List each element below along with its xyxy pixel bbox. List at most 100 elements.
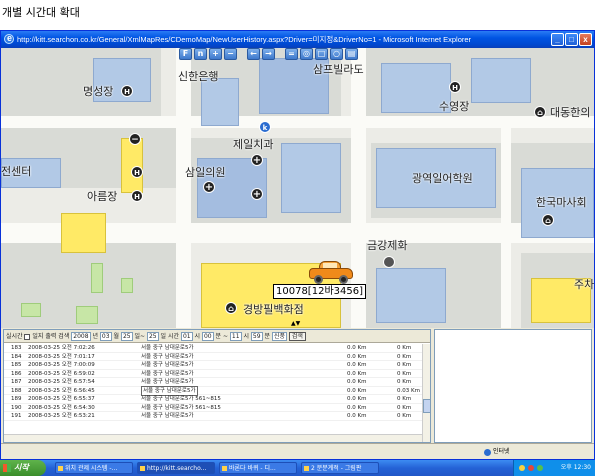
minute-start-select[interactable]: 00: [201, 332, 214, 341]
road: [1, 116, 594, 128]
row-datetime: 2008-03-25 오전 7:00:09: [28, 362, 95, 368]
hospital-icon: [251, 188, 263, 200]
taskbar-item[interactable]: 바론다 바퀴 - 디...: [219, 462, 297, 474]
print-icon[interactable]: ▤: [345, 48, 358, 60]
history-row[interactable]: 189 2008-03-25 오전 6:55:37 서울 중구 남대문로5가 561…: [4, 395, 422, 404]
tray-icon[interactable]: [519, 465, 525, 471]
hour-end-select[interactable]: 11: [229, 332, 242, 341]
month-select[interactable]: 03: [99, 332, 112, 341]
area-icon[interactable]: ◎: [300, 48, 313, 60]
map-label: 신한은행: [178, 70, 219, 83]
forward-icon[interactable]: →: [262, 48, 275, 60]
building-icon: [542, 214, 554, 226]
row-address: 서울 중구 남대문로5가: [141, 353, 194, 360]
title-bar[interactable]: http://kitt.searchon.co.kr/General/XmlMa…: [1, 31, 594, 48]
scroll-thumb[interactable]: [423, 399, 431, 413]
log-checkbox[interactable]: [24, 333, 31, 340]
row-datetime: 2008-03-25 오전 6:55:37: [28, 396, 95, 402]
back-icon[interactable]: ←: [247, 48, 260, 60]
map-label: 삼프빌라도: [313, 63, 364, 76]
row-distance: 0 Km: [397, 345, 412, 351]
map-label: 아름장: [87, 190, 118, 203]
hotel-icon: [121, 85, 133, 97]
panel-resize-toggle[interactable]: ▲▼: [291, 320, 300, 327]
status-bar: 인터넷: [1, 443, 594, 459]
page-caption: 개별 시간대 확대: [2, 6, 80, 19]
row-datetime: 2008-03-25 오전 6:57:54: [28, 379, 95, 385]
row-speed: 0.0 Km: [347, 379, 367, 385]
pan-icon[interactable]: F: [179, 48, 192, 60]
building: [281, 143, 341, 213]
window-title: http://kitt.searchon.co.kr/General/XmlMa…: [17, 35, 472, 44]
maximize-button[interactable]: □: [565, 33, 578, 46]
start-button[interactable]: 시작: [0, 460, 46, 476]
map-label: 대동한의: [550, 106, 591, 119]
row-number: 187: [11, 379, 22, 385]
map-label: 삼일의원: [185, 166, 226, 179]
building: [471, 58, 531, 103]
hour-start-select[interactable]: 01: [180, 332, 193, 341]
history-row[interactable]: 190 2008-03-25 오전 6:54:30 서울 중구 남대문로5가 561…: [4, 404, 422, 412]
zoom-in-icon[interactable]: +: [209, 48, 222, 60]
kind-select[interactable]: 신풍: [271, 332, 287, 341]
history-row[interactable]: 188 2008-03-25 오전 6:56:45 서울 중구 남대문로5가 0.0 …: [4, 385, 422, 396]
close-button[interactable]: x: [579, 33, 592, 46]
bank-marker-icon: [259, 121, 271, 133]
row-speed: 0.0 Km: [347, 353, 367, 360]
building-highlight: [61, 213, 106, 253]
row-address: 서울 중구 남대문로5가: [141, 370, 194, 377]
row-number: 183: [11, 345, 22, 351]
taskbar-item[interactable]: http://kitt.searcho...: [137, 462, 215, 474]
taskbar-item[interactable]: 2 분분계적 - 그림판: [301, 462, 379, 474]
hotel-icon: [131, 166, 143, 178]
hospital-icon: [251, 154, 263, 166]
hospital-icon: [203, 181, 215, 193]
road: [176, 48, 191, 328]
year-select[interactable]: 2008: [71, 332, 91, 341]
history-row[interactable]: 187 2008-03-25 오전 6:57:54 서울 중구 남대문로5가 0.0 …: [4, 378, 422, 387]
tray-icon[interactable]: [537, 465, 543, 471]
day2-select[interactable]: 25: [146, 332, 159, 341]
minute-end-select[interactable]: 59: [250, 332, 263, 341]
row-address: 서울 중구 남대문로5가: [141, 345, 194, 351]
map-view[interactable]: 신한은행 삼프빌라도 명성장 수영장 대동한의 제일치과 삼일의원 전센터 광역…: [1, 48, 594, 328]
horizontal-scrollbar[interactable]: [4, 434, 422, 442]
map-label: 금강제화: [367, 239, 408, 252]
row-speed: 0.0 Km: [347, 362, 367, 368]
row-number: 190: [11, 404, 22, 411]
row-distance: 0 Km: [397, 370, 412, 377]
row-speed: 0.0 Km: [347, 396, 367, 402]
row-distance: 0.03 Km: [397, 387, 420, 394]
history-row[interactable]: 184 2008-03-25 오전 7:01:17 서울 중구 남대문로5가 0.0 …: [4, 353, 422, 361]
row-address: 서울 중구 남대문로5가 561~815: [141, 396, 221, 402]
history-row[interactable]: 186 2008-03-25 오전 6:59:02 서울 중구 남대문로5가 0.0 …: [4, 370, 422, 378]
search-button[interactable]: 검색: [288, 332, 306, 341]
row-datetime: 2008-03-25 오전 6:56:45: [28, 387, 95, 394]
police-icon: [129, 133, 141, 145]
hotel-icon: [449, 81, 461, 93]
row-distance: 0 Km: [397, 396, 412, 402]
history-row[interactable]: 185 2008-03-25 오전 7:00:09 서울 중구 남대문로5가 0.0 …: [4, 361, 422, 370]
security-zone: 인터넷: [493, 448, 510, 455]
layer-icon[interactable]: □: [315, 48, 328, 60]
internet-explorer-icon: [4, 31, 14, 47]
history-row[interactable]: 191 2008-03-25 오전 6:53:21 서울 중구 남대문로5가 0.0 …: [4, 412, 422, 421]
row-address: 서울 중구 남대문로5가: [141, 362, 194, 368]
building-highlight: [121, 138, 143, 193]
row-number: 185: [11, 362, 22, 368]
tray-icon[interactable]: [528, 465, 534, 471]
row-distance: 0 Km: [397, 362, 412, 368]
distance-icon[interactable]: =: [285, 48, 298, 60]
vertical-scrollbar[interactable]: [422, 344, 431, 442]
row-datetime: 2008-03-25 오전 7:01:17: [28, 353, 95, 360]
map-label: 주차: [574, 278, 594, 291]
taskbar-item[interactable]: 위치 관제 시스템 -...: [55, 462, 133, 474]
row-number: 186: [11, 370, 22, 377]
hand-icon[interactable]: n: [194, 48, 207, 60]
search-icon[interactable]: ○: [330, 48, 343, 60]
zoom-out-icon[interactable]: −: [224, 48, 237, 60]
minimize-button[interactable]: _: [551, 33, 564, 46]
vehicle-icon[interactable]: [309, 260, 353, 284]
history-row[interactable]: 183 2008-03-25 오전 7:02:26 서울 중구 남대문로5가 0.0 …: [4, 344, 422, 353]
day-select[interactable]: 25: [120, 332, 133, 341]
